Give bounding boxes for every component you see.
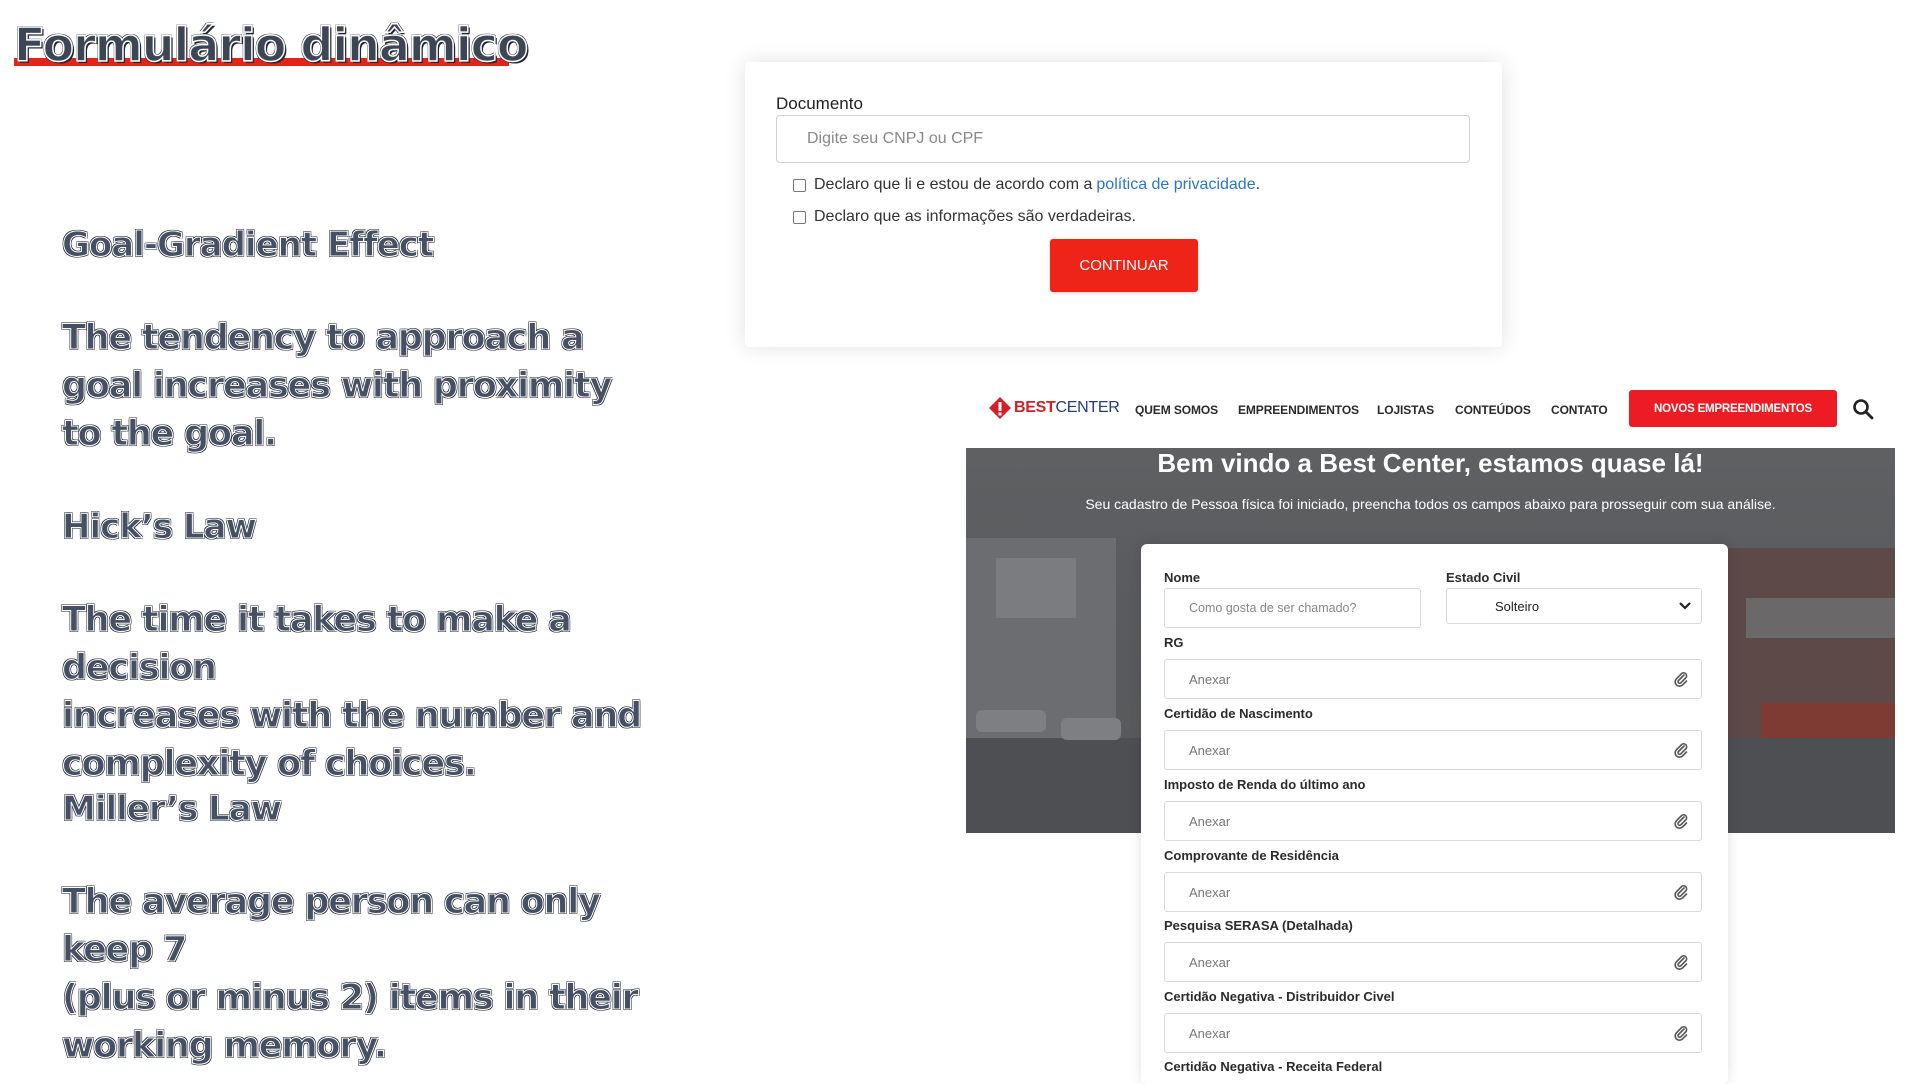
document-card: Documento Declaro que li e estou de acor… [745,62,1502,347]
document-label: Documento [776,94,863,113]
certidao-nascimento-upload-input[interactable]: Anexar [1164,730,1702,770]
search-icon[interactable] [1852,398,1874,420]
paperclip-icon[interactable] [1673,742,1689,758]
rg-upload-input[interactable]: Anexar [1164,659,1702,699]
serasa-upload-input[interactable]: Anexar [1164,942,1702,982]
privacy-policy-link[interactable]: política de privacidade [1096,176,1255,194]
paperclip-icon[interactable] [1673,954,1689,970]
estado-civil-value: Solteiro [1495,599,1540,614]
field-label: Certidão Negativa - Receita Federal [1164,1059,1383,1074]
truth-text: Declaro que as informações são verdadeir… [814,208,1136,225]
principle-text: The tendency to approach a goal increase… [61,318,612,455]
privacy-checkbox-row[interactable]: Declaro que li e estou de acordo com a p… [793,176,1260,194]
document-input[interactable] [776,115,1470,163]
nome-input[interactable] [1164,588,1421,628]
privacy-text: Declaro que li e estou de acordo com a [814,176,1093,193]
paperclip-icon[interactable] [1673,671,1689,687]
paperclip-icon[interactable] [1673,884,1689,900]
principle-heading: Hick’s Law [62,507,258,548]
logo-icon [989,397,1011,419]
field-label: Certidão Negativa - Distribuidor Civel [1164,989,1395,1004]
paperclip-icon[interactable] [1673,813,1689,829]
hero-title: Bem vindo a Best Center, estamos quase l… [1157,448,1704,478]
privacy-checkbox[interactable] [793,178,806,192]
paperclip-icon[interactable] [1673,1025,1689,1041]
field-label: Pesquisa SERASA (Detalhada) [1164,918,1353,933]
logo-best: BEST [1014,399,1056,416]
hero-subtitle: Seu cadastro de Pessoa física foi inicia… [1085,496,1776,512]
nav-lojistas[interactable]: LOJISTAS [1377,403,1434,417]
field-label: Comprovante de Residência [1164,848,1339,863]
principle-text: The average person can only keep 7 (plus… [62,882,640,1067]
nav-contato[interactable]: CONTATO [1551,403,1608,417]
registration-form: Nome Estado Civil Solteiro RG Anexar Cer… [1141,544,1728,1084]
novos-empreendimentos-button[interactable]: NOVOS EMPREENDIMENTOS [1629,390,1837,427]
truth-checkbox-row[interactable]: Declaro que as informações são verdadeir… [793,208,1136,226]
field-label: RG [1164,635,1184,650]
logo[interactable]: BESTCENTER [988,396,1120,420]
slide-title: Formulário dinâmico [13,17,529,73]
estado-civil-select[interactable]: Solteiro [1446,588,1702,624]
nome-label: Nome [1164,570,1201,585]
field-label: Imposto de Renda do último ano [1164,777,1366,792]
principle-heading: Miller’s Law [61,789,282,830]
imposto-renda-upload-input[interactable]: Anexar [1164,801,1702,841]
certidao-distribuidor-upload-input[interactable]: Anexar [1164,1013,1702,1053]
logo-center: CENTER [1055,399,1120,416]
nav-quem-somos[interactable]: QUEM SOMOS [1135,403,1218,417]
truth-checkbox[interactable] [793,210,806,224]
nav-conteudos[interactable]: CONTEÚDOS [1455,403,1531,417]
comprovante-residencia-upload-input[interactable]: Anexar [1164,872,1702,912]
principle-heading: Goal-Gradient Effect [61,225,434,266]
principle-text: The time it takes to make a decision inc… [62,600,643,785]
chevron-down-icon [1679,602,1691,610]
field-label: Certidão de Nascimento [1164,706,1313,721]
site-header: BESTCENTER QUEM SOMOS EMPREENDIMENTOS LO… [985,390,1875,430]
nav-empreendimentos[interactable]: EMPREENDIMENTOS [1238,403,1359,417]
continue-button[interactable]: CONTINUAR [1050,239,1198,292]
estado-civil-label: Estado Civil [1446,570,1521,585]
